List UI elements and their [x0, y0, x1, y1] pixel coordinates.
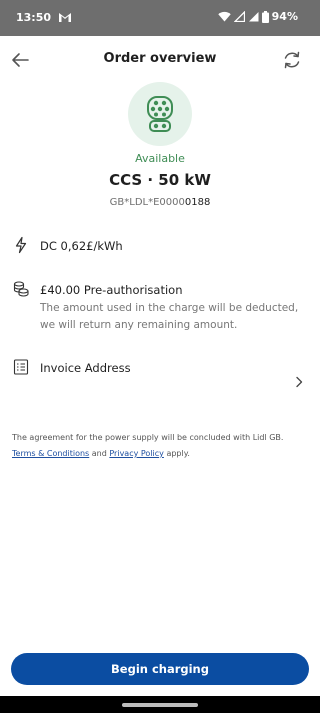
invoice-address-row[interactable]: Invoice Address [0, 352, 320, 400]
system-nav-bar [0, 696, 320, 713]
coins-icon [13, 281, 29, 297]
preauth-note: The amount used in the charge will be de… [40, 302, 299, 331]
gmail-icon [59, 13, 71, 22]
legal-text: The agreement for the power supply will … [12, 433, 284, 442]
station-id: GB*LDL*E00000188 [0, 197, 320, 208]
page-title: Order overview [103, 51, 217, 66]
ccs-connector-icon [147, 96, 173, 132]
app-header: Order overview [0, 36, 320, 84]
connector-badge [128, 82, 192, 146]
tariff-text: DC 0,62£/kWh [40, 239, 123, 253]
status-time: 13:50 [16, 11, 52, 24]
home-handle[interactable] [122, 703, 198, 707]
station-id-prefix: GB*LDL*E0000 [109, 197, 185, 208]
wifi-icon [217, 11, 231, 22]
privacy-link[interactable]: Privacy Policy [109, 449, 164, 458]
status-icons: 94% [217, 10, 298, 23]
refresh-icon[interactable] [280, 48, 304, 72]
connector-title: CCS · 50 kW [109, 171, 211, 189]
station-id-suffix: 0188 [184, 197, 211, 208]
preauth-title: £40.00 Pre-authorisation [40, 283, 183, 297]
chevron-right-icon [296, 376, 303, 388]
invoice-address-label: Invoice Address [40, 361, 131, 375]
legal-apply: apply. [163, 449, 190, 458]
terms-link[interactable]: Terms & Conditions [12, 449, 89, 458]
legal-notice: The agreement for the power supply will … [12, 430, 312, 462]
begin-charging-button[interactable]: Begin charging [11, 653, 309, 685]
connector-status: Available [135, 152, 185, 165]
lightning-icon [15, 236, 27, 254]
battery-percent: 94% [271, 10, 298, 23]
receipt-icon [13, 359, 29, 375]
status-bar: 13:50 94% [0, 0, 320, 36]
battery-icon [261, 10, 269, 23]
legal-and: and [89, 449, 110, 458]
signal-icon [233, 11, 245, 22]
signal-icon [248, 12, 259, 22]
